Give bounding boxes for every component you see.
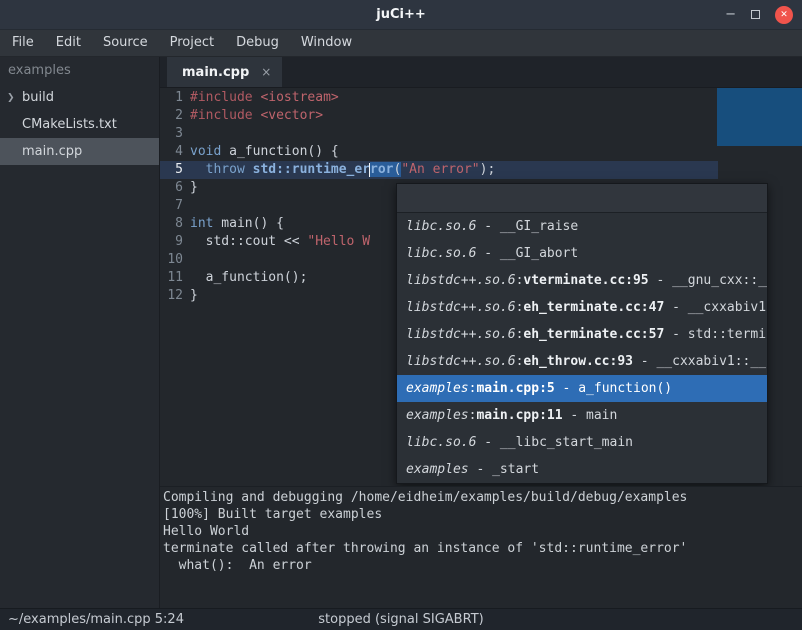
- project-name-header: examples: [0, 57, 159, 84]
- backtrace-item[interactable]: libstdc++.so.6:eh_terminate.cc:57 - std:…: [397, 321, 767, 348]
- code-line-2[interactable]: 2#include <vector>: [160, 107, 802, 125]
- backtrace-library: libstdc++.so.6: [406, 300, 516, 315]
- tree-item-label: build: [18, 90, 54, 105]
- restore-icon[interactable]: [751, 10, 760, 19]
- titlebar: juCi++ − ✕: [0, 0, 802, 30]
- menubar: FileEditSourceProjectDebugWindow: [0, 30, 802, 57]
- app-window: juCi++ − ✕ FileEditSourceProjectDebugWin…: [0, 0, 802, 630]
- backtrace-list: libc.so.6 - __GI_raiselibc.so.6 - __GI_a…: [397, 213, 767, 483]
- backtrace-library: examples: [406, 381, 469, 396]
- menu-item-debug[interactable]: Debug: [225, 30, 290, 56]
- editor-column: main.cpp × 1#include <iostream>2#include…: [160, 57, 802, 608]
- code-line-1[interactable]: 1#include <iostream>: [160, 89, 802, 107]
- line-number: 2: [160, 107, 190, 125]
- window-title: juCi++: [0, 7, 802, 22]
- output-line: terminate called after throwing an insta…: [163, 540, 802, 557]
- code-text: #include <iostream>: [190, 89, 339, 107]
- backtrace-file-line: main.cpp:5: [476, 381, 554, 396]
- output-line: [100%] Built target examples: [163, 506, 802, 523]
- menu-item-file[interactable]: File: [1, 30, 45, 56]
- backtrace-file-line: eh_terminate.cc:57: [523, 327, 664, 342]
- line-number: 8: [160, 215, 190, 233]
- window-controls: − ✕: [725, 0, 793, 29]
- backtrace-library: examples: [406, 408, 469, 423]
- backtrace-popup: libc.so.6 - __GI_raiselibc.so.6 - __GI_a…: [396, 183, 768, 484]
- code-text: #include <vector>: [190, 107, 323, 125]
- backtrace-item[interactable]: libc.so.6 - __libc_start_main: [397, 429, 767, 456]
- line-number: 12: [160, 287, 190, 305]
- code-text: void a_function() {: [190, 143, 339, 161]
- code-text: int main() {: [190, 215, 284, 233]
- line-number: 9: [160, 233, 190, 251]
- tab-main-cpp[interactable]: main.cpp ×: [167, 57, 282, 87]
- line-number: 6: [160, 179, 190, 197]
- status-bar: ~/examples/main.cpp 5:24 stopped (signal…: [0, 608, 802, 630]
- output-panel: Compiling and debugging /home/eidheim/ex…: [160, 486, 802, 608]
- info-box: [717, 88, 802, 146]
- backtrace-file-line: main.cpp:11: [476, 408, 562, 423]
- backtrace-item[interactable]: examples:main.cpp:5 - a_function(): [397, 375, 767, 402]
- line-number: 5: [160, 161, 190, 179]
- backtrace-library: libstdc++.so.6: [406, 273, 516, 288]
- tab-label: main.cpp: [182, 65, 249, 80]
- backtrace-file-line: vterminate.cc:95: [523, 273, 648, 288]
- menu-item-project[interactable]: Project: [159, 30, 225, 56]
- output-line: Hello World: [163, 523, 802, 540]
- minimize-icon[interactable]: −: [725, 8, 736, 21]
- backtrace-popup-header: [397, 184, 767, 213]
- expander-icon[interactable]: ❯: [0, 93, 18, 103]
- backtrace-library: libc.so.6: [406, 435, 476, 450]
- backtrace-item[interactable]: libc.so.6 - __GI_abort: [397, 240, 767, 267]
- code-text: std::cout << "Hello W: [190, 233, 370, 251]
- code-text: a_function();: [190, 269, 307, 287]
- code-line-3[interactable]: 3: [160, 125, 802, 143]
- code-line-4[interactable]: 4void a_function() {: [160, 143, 802, 161]
- tree-item-label: main.cpp: [18, 144, 82, 159]
- tree-item-label: CMakeLists.txt: [18, 117, 117, 132]
- menu-item-window[interactable]: Window: [290, 30, 363, 56]
- line-number: 3: [160, 125, 190, 143]
- sidebar-item-cmakelists-txt[interactable]: CMakeLists.txt: [0, 111, 159, 138]
- file-tree-sidebar: examples ❯build CMakeLists.txt main.cpp: [0, 57, 160, 608]
- backtrace-library: libstdc++.so.6: [406, 354, 516, 369]
- backtrace-item[interactable]: examples - _start: [397, 456, 767, 483]
- line-number: 11: [160, 269, 190, 287]
- backtrace-library: libstdc++.so.6: [406, 327, 516, 342]
- output-line: Compiling and debugging /home/eidheim/ex…: [163, 489, 802, 506]
- backtrace-file-line: eh_throw.cc:93: [523, 354, 633, 369]
- code-editor[interactable]: 1#include <iostream>2#include <vector>34…: [160, 88, 802, 486]
- code-line-5[interactable]: 5 throw std::runtime_error("An error");: [160, 161, 802, 179]
- backtrace-library: libc.so.6: [406, 246, 476, 261]
- backtrace-item[interactable]: libc.so.6 - __GI_raise: [397, 213, 767, 240]
- close-icon[interactable]: ✕: [775, 6, 793, 24]
- menu-item-source[interactable]: Source: [92, 30, 159, 56]
- file-tree: ❯build CMakeLists.txt main.cpp: [0, 84, 159, 165]
- sidebar-item-main-cpp[interactable]: main.cpp: [0, 138, 159, 165]
- backtrace-item[interactable]: libstdc++.so.6:eh_terminate.cc:47 - __cx…: [397, 294, 767, 321]
- main-area: examples ❯build CMakeLists.txt main.cpp ma…: [0, 57, 802, 608]
- menu-item-edit[interactable]: Edit: [45, 30, 92, 56]
- cursor-location: ~/examples/main.cpp 5:24: [0, 612, 184, 627]
- line-number: 1: [160, 89, 190, 107]
- tab-close-icon[interactable]: ×: [261, 65, 271, 79]
- line-number: 4: [160, 143, 190, 161]
- backtrace-library: examples: [406, 462, 469, 477]
- backtrace-item[interactable]: libstdc++.so.6:vterminate.cc:95 - __gnu_…: [397, 267, 767, 294]
- code-text: }: [190, 287, 198, 305]
- tab-bar: main.cpp ×: [160, 57, 802, 88]
- code-text: throw std::runtime_error("An error");: [190, 161, 495, 179]
- line-number: 10: [160, 251, 190, 269]
- backtrace-item[interactable]: examples:main.cpp:11 - main: [397, 402, 767, 429]
- backtrace-file-line: eh_terminate.cc:47: [523, 300, 664, 315]
- code-text: }: [190, 179, 198, 197]
- backtrace-library: libc.so.6: [406, 219, 476, 234]
- line-number: 7: [160, 197, 190, 215]
- backtrace-item[interactable]: libstdc++.so.6:eh_throw.cc:93 - __cxxabi…: [397, 348, 767, 375]
- output-line: what(): An error: [163, 557, 802, 574]
- sidebar-item-build[interactable]: ❯build: [0, 84, 159, 111]
